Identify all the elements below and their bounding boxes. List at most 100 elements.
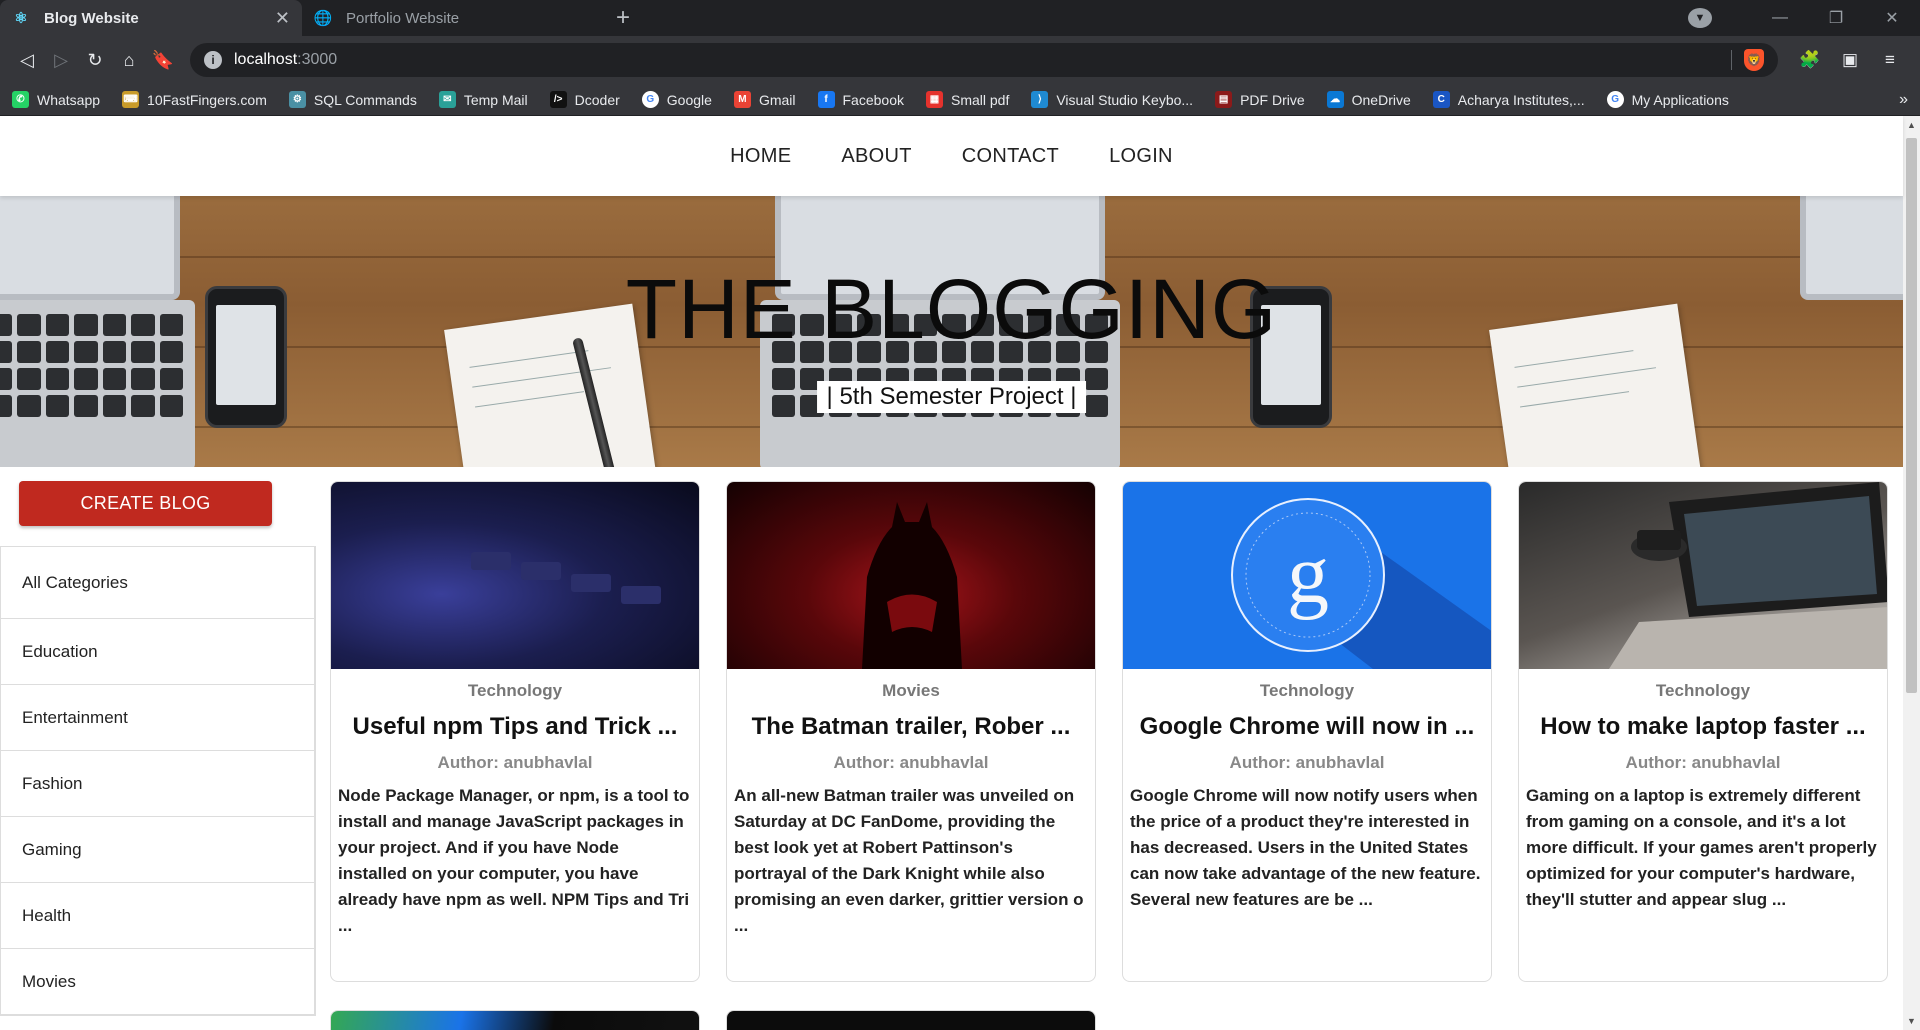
omnibox-divider <box>1731 50 1732 70</box>
post-card[interactable]: g Technology Google Chrome will now in .… <box>1122 481 1492 982</box>
bookmark-item[interactable]: ⚙ SQL Commands <box>288 91 417 108</box>
tab-title: Portfolio Website <box>346 9 460 27</box>
bookmark-item[interactable]: C Acharya Institutes,... <box>1432 91 1585 108</box>
bookmark-item[interactable]: ☁ OneDrive <box>1326 91 1411 108</box>
post-category: Technology <box>1655 681 1751 700</box>
post-category: Technology <box>1259 681 1355 700</box>
page-viewport: HOME ABOUT CONTACT LOGIN THE BLOGGING | … <box>0 116 1920 1030</box>
nav-about[interactable]: ABOUT <box>841 145 911 168</box>
back-icon[interactable]: ◁ <box>10 50 44 71</box>
window-close-icon[interactable]: ✕ <box>1864 8 1920 28</box>
bookmark-item[interactable]: M Gmail <box>733 91 796 108</box>
post-card[interactable]: Technology How to make laptop faster ...… <box>1518 481 1888 982</box>
globe-icon: 🌐 <box>313 10 333 27</box>
post-image-batman <box>727 482 1095 669</box>
forward-icon[interactable]: ▷ <box>44 50 78 71</box>
google-logo-icon: g <box>1231 498 1491 669</box>
site-info-icon[interactable]: i <box>204 51 222 69</box>
url-host: localhost <box>234 51 298 68</box>
category-health[interactable]: Health <box>1 883 314 949</box>
post-image-laptop <box>1519 482 1887 669</box>
window-controls: ▼ — ❐ ✕ <box>1688 0 1920 36</box>
bookmark-item[interactable]: ▦ Small pdf <box>925 91 1009 108</box>
extensions-icon[interactable]: 🧩 <box>1790 50 1830 70</box>
site-nav: HOME ABOUT CONTACT LOGIN <box>0 116 1903 196</box>
bookmark-item[interactable]: ⌨ 10FastFingers.com <box>122 91 267 108</box>
bookmark-item[interactable]: G My Applications <box>1606 91 1729 108</box>
facebook-icon: f <box>817 91 835 108</box>
react-icon: ⚛ <box>14 10 28 27</box>
post-card[interactable]: Technology Useful npm Tips and Trick ...… <box>330 481 700 982</box>
category-entertainment[interactable]: Entertainment <box>1 685 314 751</box>
bookmark-label: Acharya Institutes,... <box>1457 91 1585 108</box>
hero-subtitle: | 5th Semester Project | <box>816 381 1087 413</box>
category-education[interactable]: Education <box>1 619 314 685</box>
gmail-icon: M <box>733 91 751 108</box>
category-gaming[interactable]: Gaming <box>1 817 314 883</box>
post-excerpt: An all-new Batman trailer was unveiled o… <box>734 786 1084 935</box>
hero-title: THE BLOGGING <box>625 262 1278 356</box>
tab-search-icon[interactable]: ▼ <box>1688 8 1712 28</box>
google-icon: G <box>1606 91 1624 108</box>
bookmark-label: OneDrive <box>1351 91 1411 108</box>
post-card[interactable] <box>726 1010 1096 1030</box>
nav-home[interactable]: HOME <box>730 145 791 168</box>
restore-icon[interactable]: ❐ <box>1808 8 1864 28</box>
post-image <box>727 1011 1095 1030</box>
bookmark-item[interactable]: ⟩ Visual Studio Keybo... <box>1031 91 1193 108</box>
bookmark-label: Temp Mail <box>463 91 528 108</box>
brave-shields-icon[interactable]: 🦁 <box>1744 49 1764 71</box>
bookmark-label: Google <box>666 91 712 108</box>
post-excerpt: Gaming on a laptop is extremely differen… <box>1526 786 1877 909</box>
main-content: CREATE BLOG All Categories Education Ent… <box>0 467 1903 1030</box>
tab-blog-website[interactable]: ⚛ Blog Website ✕ <box>0 0 302 36</box>
bookmark-item[interactable]: ✆ Whatsapp <box>12 91 100 108</box>
bookmark-label: Dcoder <box>574 91 620 108</box>
scrollbar-thumb[interactable] <box>1906 138 1917 693</box>
page-scrollbar[interactable]: ▲ ▼ <box>1903 116 1920 1030</box>
post-card[interactable]: Movies The Batman trailer, Rober ... Aut… <box>726 481 1096 982</box>
google-icon: G <box>641 91 659 108</box>
address-bar[interactable]: i localhost:3000 🦁 <box>190 43 1778 77</box>
post-category: Technology <box>467 681 563 700</box>
minimize-icon[interactable]: — <box>1752 9 1808 27</box>
post-card[interactable] <box>330 1010 700 1030</box>
menu-icon[interactable]: ≡ <box>1870 50 1910 70</box>
bookmark-item[interactable]: f Facebook <box>817 91 904 108</box>
wallet-icon[interactable]: ▣ <box>1830 50 1870 70</box>
post-title[interactable]: How to make laptop faster ... <box>1519 713 1887 741</box>
nav-login[interactable]: LOGIN <box>1109 145 1173 168</box>
post-title[interactable]: The Batman trailer, Rober ... <box>727 713 1095 741</box>
sql-icon: ⚙ <box>288 91 306 108</box>
category-fashion[interactable]: Fashion <box>1 751 314 817</box>
home-icon[interactable]: ⌂ <box>112 50 146 71</box>
reload-icon[interactable]: ↻ <box>78 50 112 71</box>
bookmark-item[interactable]: ▤ PDF Drive <box>1215 91 1305 108</box>
new-tab-icon[interactable]: + <box>616 0 630 36</box>
bookmark-label: Facebook <box>842 91 904 108</box>
onedrive-icon: ☁ <box>1326 91 1344 108</box>
bookmark-icon[interactable]: 🔖 <box>146 50 180 71</box>
category-all[interactable]: All Categories <box>1 547 314 619</box>
nav-contact[interactable]: CONTACT <box>962 145 1059 168</box>
post-title[interactable]: Google Chrome will now in ... <box>1123 713 1491 741</box>
bookmark-item[interactable]: ✉ Temp Mail <box>438 91 528 108</box>
more-bookmarks-icon[interactable]: » <box>1899 91 1908 109</box>
post-title[interactable]: Useful npm Tips and Trick ... <box>331 713 699 741</box>
bookmark-item[interactable]: /> Dcoder <box>549 91 620 108</box>
batman-silhouette-icon <box>862 502 962 669</box>
scroll-down-icon[interactable]: ▼ <box>1903 1016 1920 1026</box>
post-image <box>331 1011 699 1030</box>
post-category: Movies <box>882 681 940 700</box>
create-blog-button[interactable]: CREATE BLOG <box>19 481 272 526</box>
bookmark-item[interactable]: G Google <box>641 91 712 108</box>
browser-chrome: ⚛ Blog Website ✕ 🌐 Portfolio Website + ▼… <box>0 0 1920 116</box>
post-excerpt: Node Package Manager, or npm, is a tool … <box>338 786 690 935</box>
laptop-coffee-illustration <box>1609 482 1887 669</box>
close-icon[interactable]: ✕ <box>275 8 290 29</box>
post-author: Author: anubhavlal <box>833 753 989 772</box>
category-movies[interactable]: Movies <box>1 949 314 1015</box>
scroll-up-icon[interactable]: ▲ <box>1903 120 1920 130</box>
whatsapp-icon: ✆ <box>12 91 29 108</box>
tab-portfolio-website[interactable]: 🌐 Portfolio Website <box>302 0 604 36</box>
